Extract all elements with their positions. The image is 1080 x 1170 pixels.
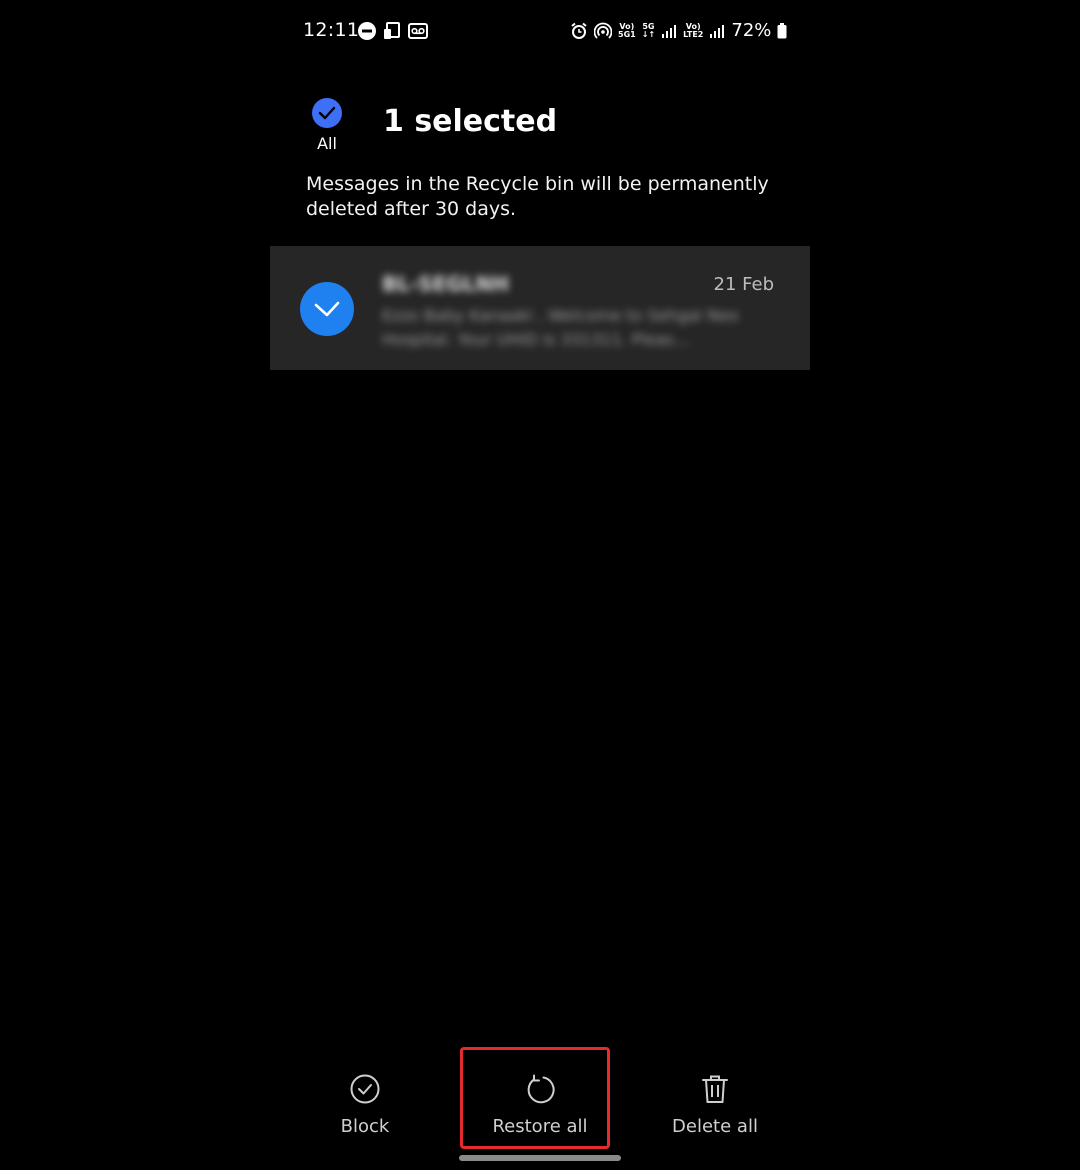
screen-mirror-icon xyxy=(384,22,400,39)
select-all-label: All xyxy=(317,134,337,153)
voicemail-icon xyxy=(408,23,428,39)
status-right-icons: Vo) 5G1 5G ↓↑ Vo) LTE2 72% xyxy=(570,20,787,41)
block-icon xyxy=(350,1074,380,1104)
do-not-disturb-icon xyxy=(358,22,376,40)
battery-percent: 72% xyxy=(731,20,772,41)
list-item[interactable]: BL-SEGLNH 21 Feb Ezzo Baby Kanaaki , Wel… xyxy=(270,246,810,370)
trash-icon xyxy=(702,1075,728,1103)
restore-all-highlight xyxy=(460,1047,610,1149)
status-time: 12:11 xyxy=(303,19,360,41)
check-icon xyxy=(314,301,340,317)
delete-all-label: Delete all xyxy=(672,1116,758,1137)
home-indicator[interactable] xyxy=(459,1155,621,1161)
block-button[interactable]: Block xyxy=(285,1072,445,1137)
check-icon xyxy=(318,106,336,120)
select-all-checkbox[interactable] xyxy=(312,98,342,128)
message-preview: Ezzo Baby Kanaaki , Welcome to Sehgal Ne… xyxy=(382,306,739,349)
message-select-checkbox[interactable] xyxy=(300,282,354,336)
delete-all-button[interactable]: Delete all xyxy=(635,1072,795,1137)
network-5g-icon: 5G ↓↑ xyxy=(641,21,656,39)
message-sender: BL-SEGLNH xyxy=(382,272,509,296)
volte-sim1-icon: Vo) 5G1 xyxy=(618,21,636,39)
page-title: 1 selected xyxy=(383,104,558,139)
alarm-icon xyxy=(571,22,587,39)
select-all-toggle[interactable]: All xyxy=(310,98,344,153)
recycle-bin-notice: Messages in the Recycle bin will be perm… xyxy=(306,173,769,220)
hotspot-icon xyxy=(594,22,612,39)
message-date: 21 Feb xyxy=(713,274,775,295)
volte-sim2-icon: Vo) LTE2 xyxy=(683,21,704,39)
battery-icon xyxy=(777,22,787,38)
block-label: Block xyxy=(340,1116,390,1137)
signal-sim1-icon xyxy=(662,24,677,38)
signal-sim2-icon xyxy=(710,24,725,38)
status-left-icons xyxy=(357,21,429,41)
status-bar: 12:11 Vo) 5G1 5G ↓↑ Vo) LTE2 72% xyxy=(0,0,1080,62)
